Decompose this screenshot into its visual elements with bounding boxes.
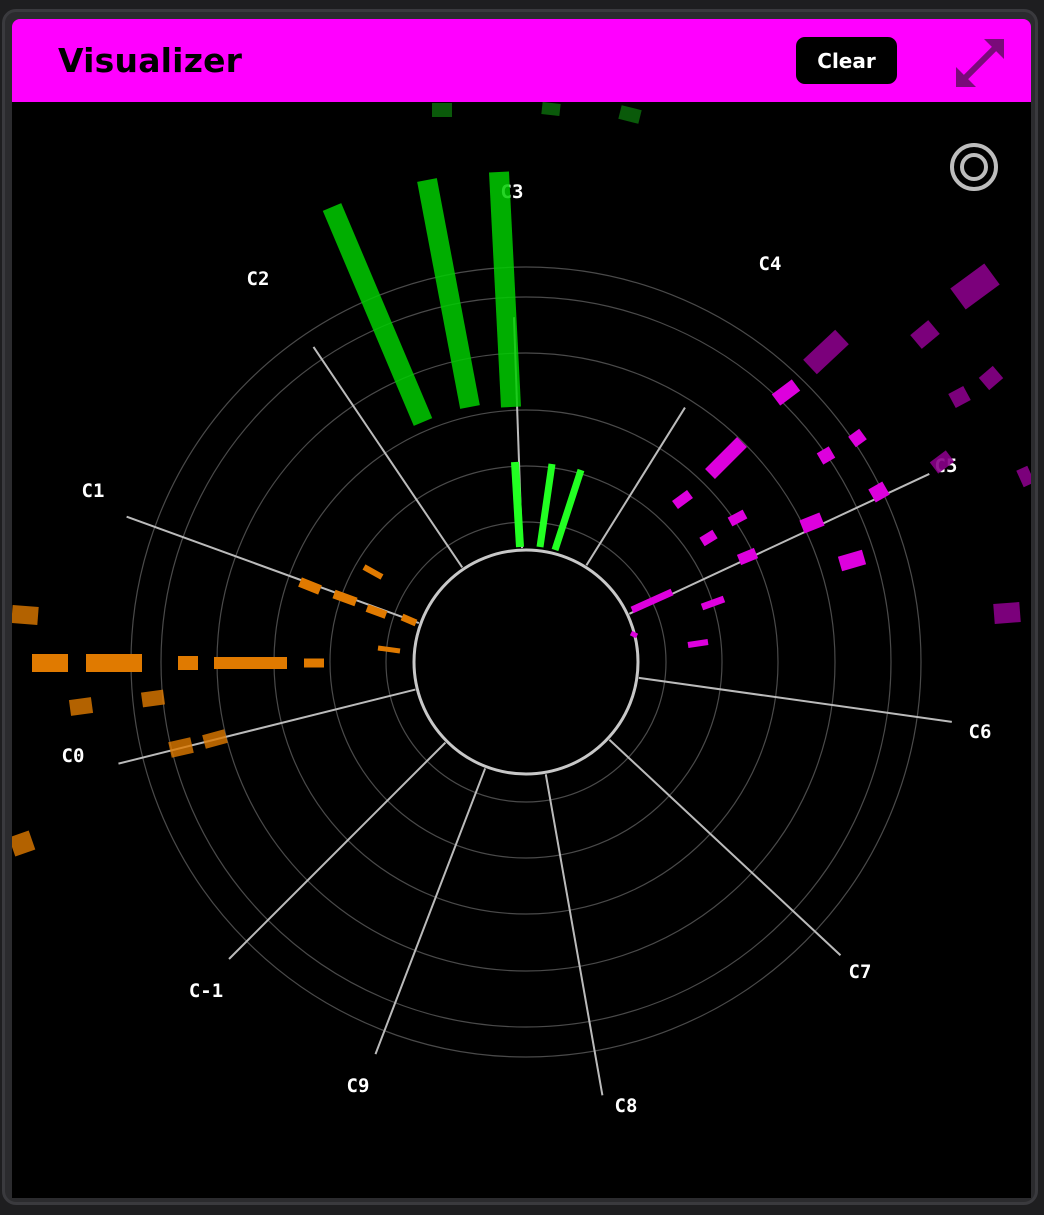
orange-segment-12 xyxy=(68,697,94,716)
radial-plot: C3C4C5C6C7C8C9C-1C0C1C2 xyxy=(12,102,1031,1117)
magenta-segment-3 xyxy=(687,639,709,648)
green-bar-6 xyxy=(551,468,585,552)
orange-segment-16 xyxy=(12,605,39,625)
spoke-label-c-1: C-1 xyxy=(189,980,223,1002)
magenta-segment-9 xyxy=(799,512,825,534)
orange-segment-6 xyxy=(298,577,322,595)
orange-segment-4 xyxy=(214,657,287,669)
orange-segment-3 xyxy=(178,656,198,670)
orange-segment-14 xyxy=(168,737,194,758)
spoke-label-c7: C7 xyxy=(849,961,872,983)
magenta-segment-17 xyxy=(948,385,971,409)
orange-segment-15 xyxy=(202,729,228,749)
orange-segment-1 xyxy=(32,654,68,672)
magenta-segment-16 xyxy=(910,320,940,349)
magenta-segment-6 xyxy=(699,529,718,547)
orange-segment-13 xyxy=(140,689,166,708)
orange-segment-11 xyxy=(377,645,401,654)
clear-button[interactable]: Clear xyxy=(796,37,897,84)
spoke-c4 xyxy=(585,407,686,566)
spoke-c7 xyxy=(608,739,842,956)
magenta-segment-5 xyxy=(672,489,693,510)
green-fragment-3 xyxy=(618,105,642,124)
magenta-segment-10 xyxy=(816,446,836,465)
spoke-label-c4: C4 xyxy=(759,253,782,275)
magenta-segment-21 xyxy=(993,602,1021,624)
magenta-segment-2 xyxy=(700,595,726,611)
target-rings-icon[interactable] xyxy=(949,142,999,192)
visualizer-canvas[interactable]: C3C4C5C6C7C8C9C-1C0C1C2 xyxy=(12,102,1031,1198)
magenta-segment-18 xyxy=(978,365,1004,391)
magenta-segment-7 xyxy=(727,509,748,527)
magenta-segment-14 xyxy=(771,379,801,406)
spoke-c9 xyxy=(374,768,487,1055)
green-bar-4 xyxy=(511,461,524,548)
spoke-label-c2: C2 xyxy=(247,268,270,290)
green-fragment-2 xyxy=(541,102,561,116)
orange-segment-7 xyxy=(332,589,358,607)
spoke-label-c6: C6 xyxy=(969,721,992,743)
green-bar-2 xyxy=(417,178,480,409)
window-title: Visualizer xyxy=(58,41,243,80)
orange-segment-17 xyxy=(12,830,36,857)
orange-segment-8 xyxy=(365,604,388,619)
spoke-label-c0: C0 xyxy=(62,745,85,767)
spoke-c2 xyxy=(312,346,464,569)
spoke-label-c8: C8 xyxy=(615,1095,638,1117)
spoke-c8 xyxy=(544,774,604,1096)
center-hub xyxy=(412,548,640,776)
green-bar-5 xyxy=(536,463,556,548)
magenta-segment-22 xyxy=(950,263,1000,310)
spoke-c6 xyxy=(638,676,952,723)
magenta-segment-11 xyxy=(848,428,867,448)
visualizer-window: Visualizer Clear C3C4C5C6C7C8C9C-1C0C1C2 xyxy=(2,9,1038,1205)
spoke-label-c9: C9 xyxy=(347,1075,370,1097)
magenta-segment-12 xyxy=(837,549,867,572)
magenta-segment-4 xyxy=(705,437,747,479)
orange-segment-10 xyxy=(362,564,384,580)
window-header: Visualizer Clear xyxy=(12,19,1031,102)
magenta-segment-20 xyxy=(1016,465,1031,488)
expand-diagonal-icon[interactable] xyxy=(954,37,1006,89)
orange-segment-9 xyxy=(400,613,418,627)
magenta-segment-15 xyxy=(803,329,849,375)
orange-segment-5 xyxy=(304,658,324,668)
green-fragment-1 xyxy=(432,103,452,117)
green-bar-3 xyxy=(489,171,521,408)
magenta-segment-8 xyxy=(736,547,759,566)
spoke-c-1 xyxy=(228,741,447,960)
magenta-segment-1 xyxy=(630,588,674,614)
orange-segment-2 xyxy=(86,654,142,672)
spoke-label-c1: C1 xyxy=(82,480,105,502)
